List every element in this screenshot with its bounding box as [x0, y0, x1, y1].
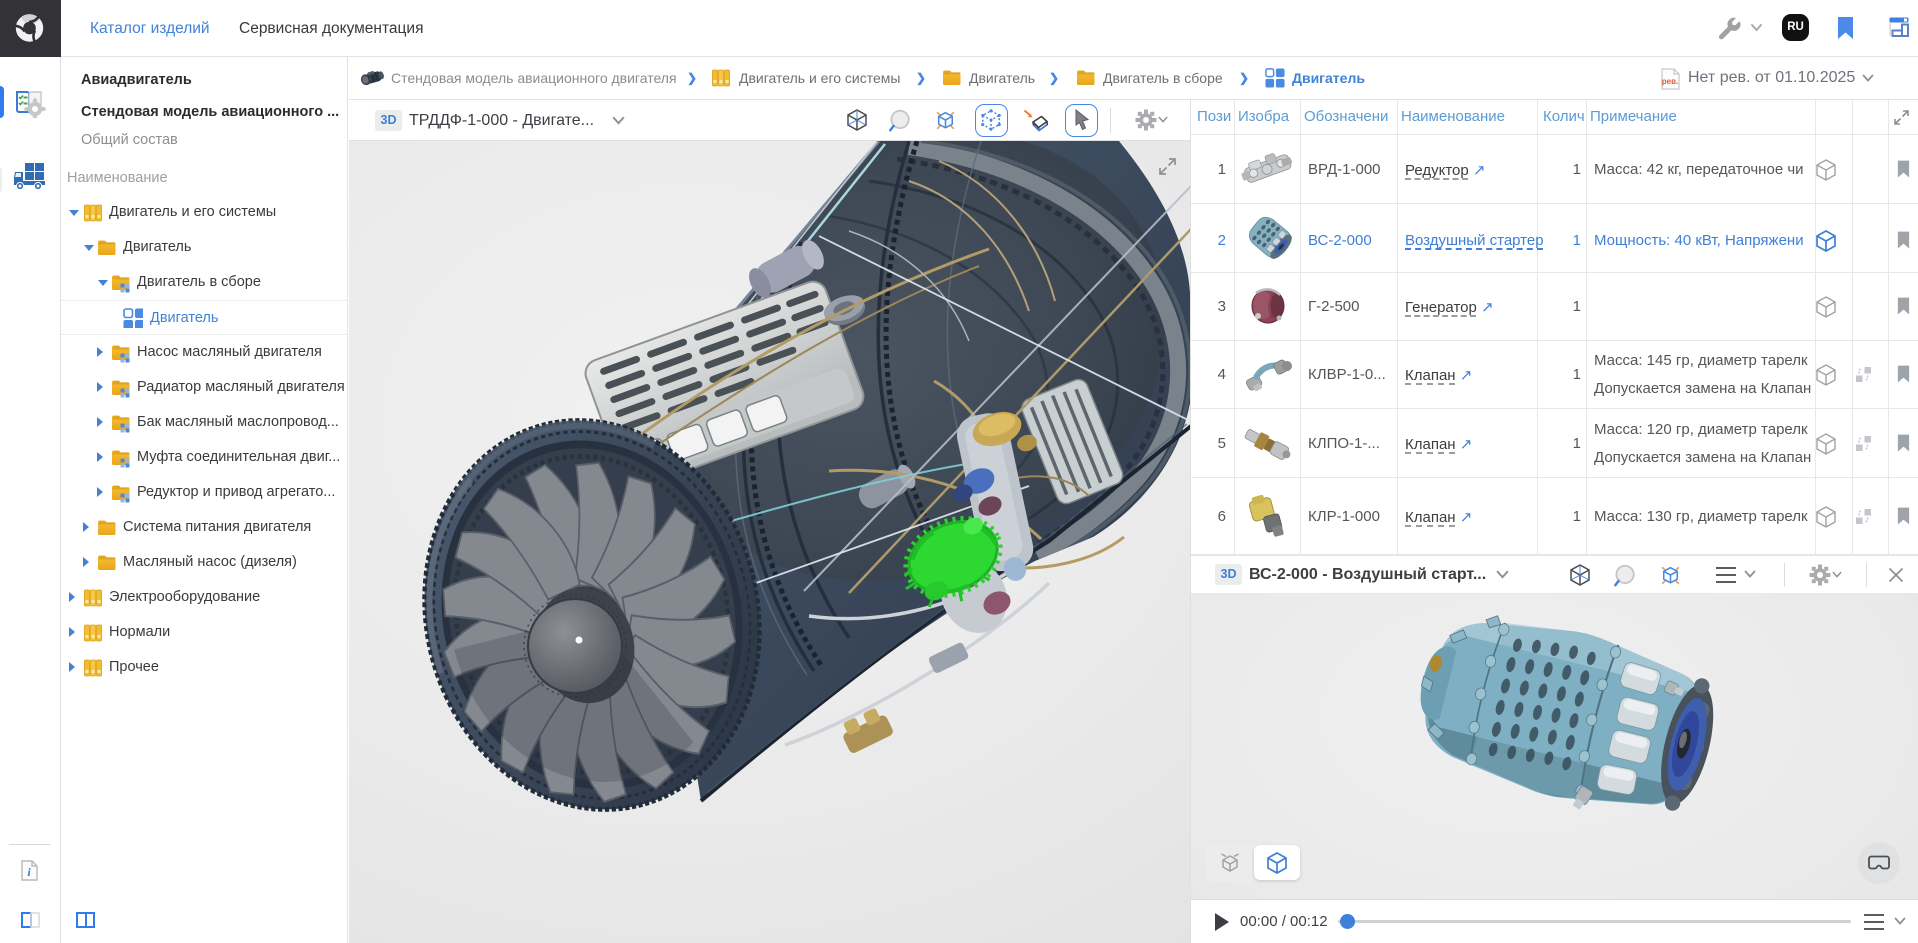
- svg-text:рев.: рев.: [1662, 77, 1678, 86]
